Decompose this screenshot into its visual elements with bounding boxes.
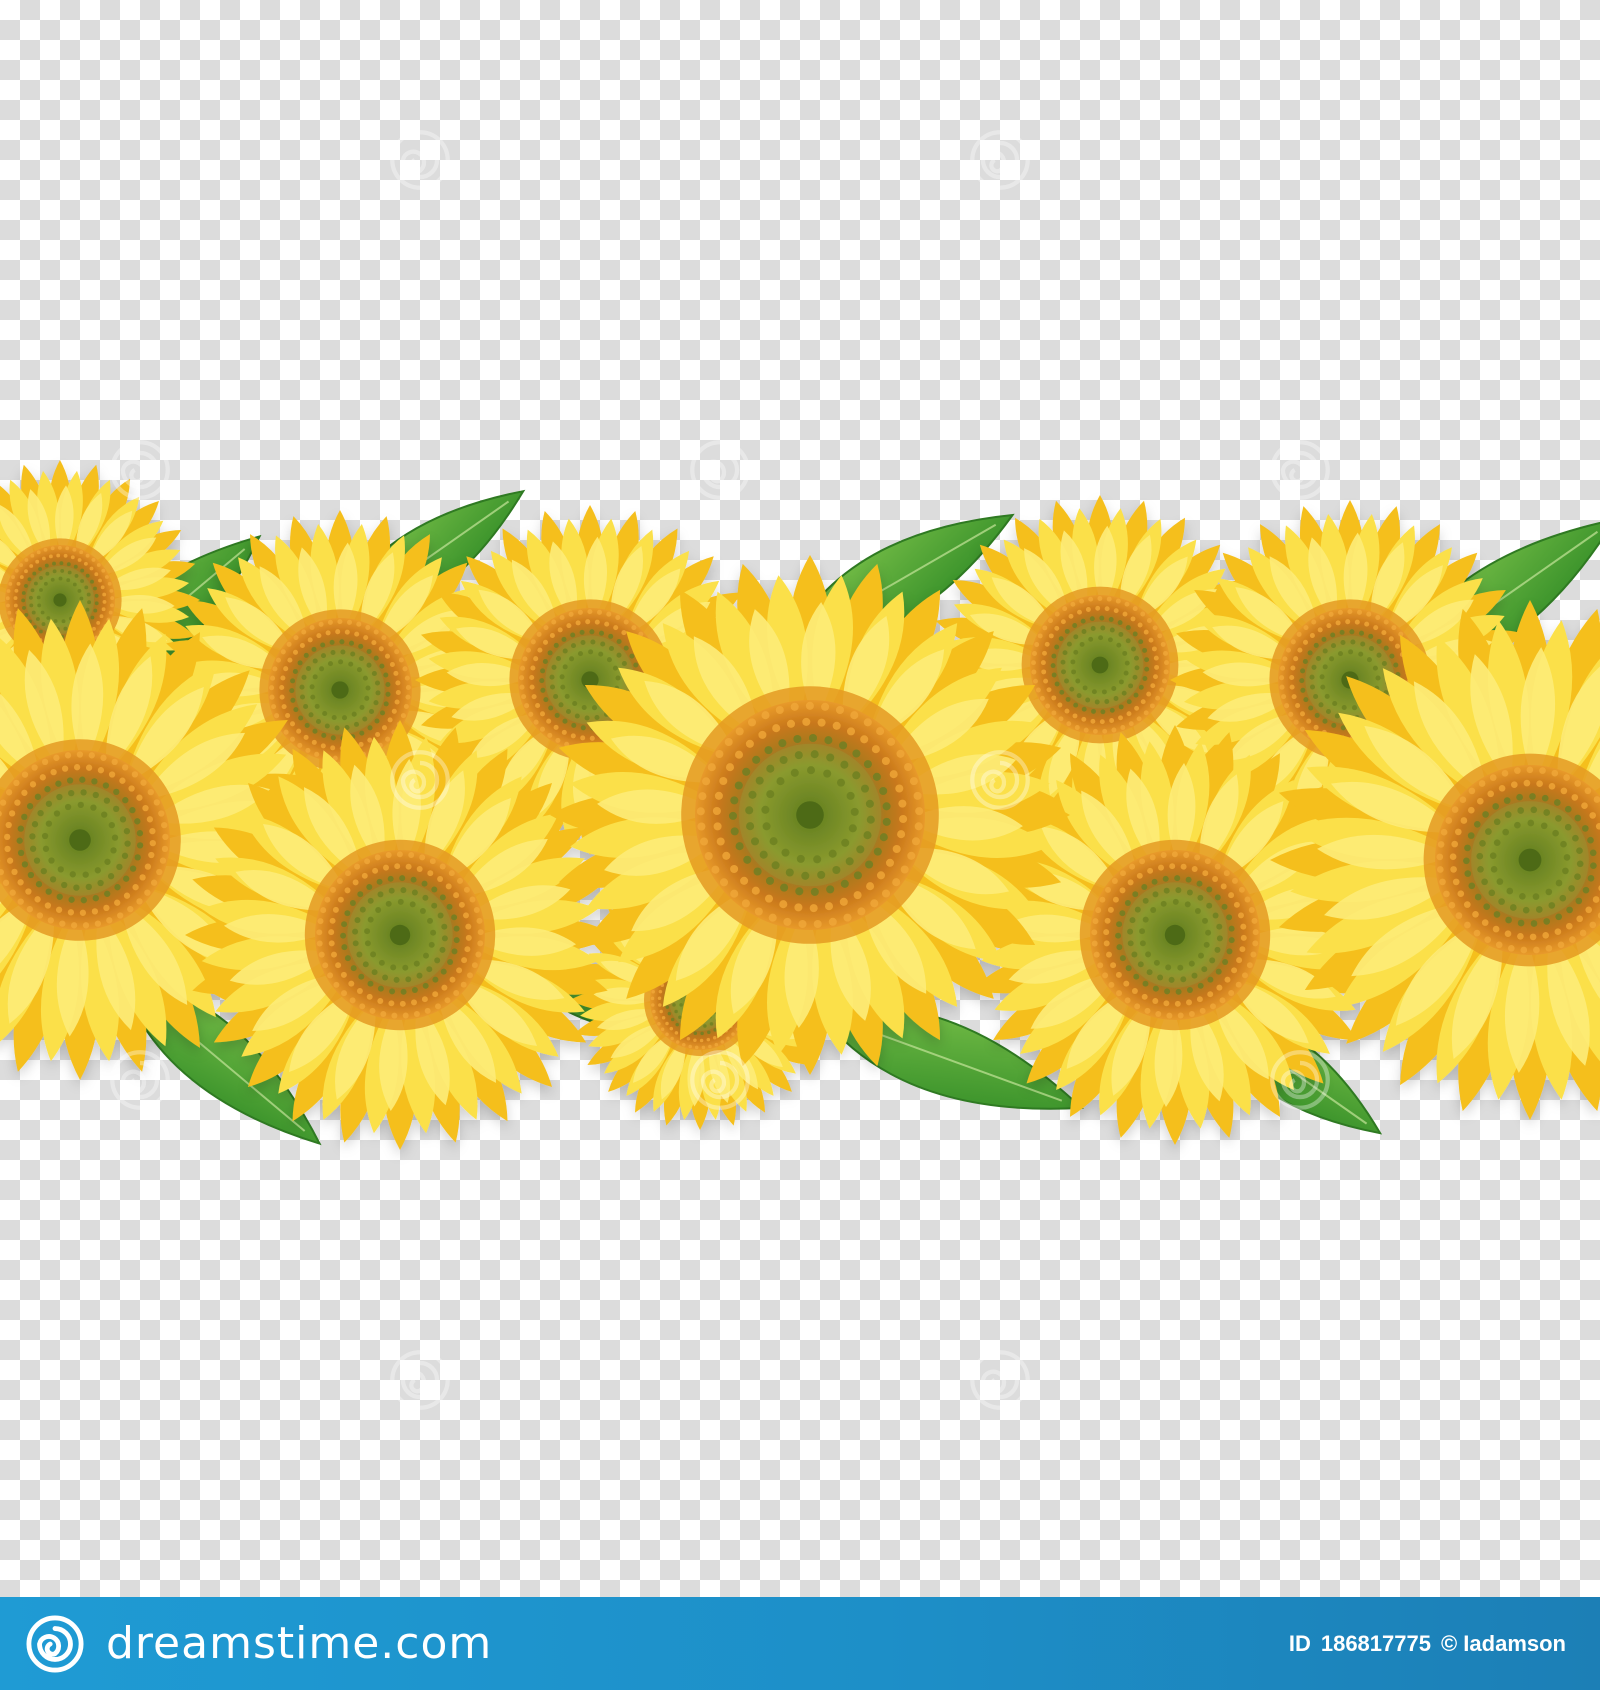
swirl-watermark-icon bbox=[1270, 1050, 1330, 1110]
id-label: ID bbox=[1288, 1630, 1311, 1656]
swirl-watermark-icon bbox=[970, 1350, 1030, 1410]
image-meta: ID 186817775 © Iadamson bbox=[1289, 1631, 1566, 1657]
author: © Iadamson bbox=[1440, 1630, 1566, 1656]
sunflower-garland bbox=[0, 460, 1600, 1150]
swirl-watermark-icon bbox=[390, 750, 450, 810]
stock-image: dreamstime.com ID 186817775 © Iadamson bbox=[0, 0, 1600, 1690]
watermark-footer-bar: dreamstime.com ID 186817775 © Iadamson bbox=[0, 1597, 1600, 1690]
sunflower bbox=[550, 555, 1070, 1075]
swirl-watermark-icon bbox=[690, 440, 750, 500]
swirl-icon bbox=[26, 1614, 84, 1673]
swirl-watermark-icon bbox=[690, 1050, 750, 1110]
swirl-watermark-icon bbox=[110, 1050, 170, 1110]
swirl-watermark-icon bbox=[970, 130, 1030, 190]
id-value: 186817775 bbox=[1320, 1630, 1431, 1656]
swirl-watermark-icon bbox=[390, 1350, 450, 1410]
swirl-watermark-icon bbox=[1270, 440, 1330, 500]
swirl-watermark-icon bbox=[390, 130, 450, 190]
brand-name[interactable]: dreamstime.com bbox=[106, 1618, 492, 1669]
swirl-watermark-icon bbox=[110, 440, 170, 500]
brand: dreamstime.com bbox=[26, 1614, 492, 1673]
swirl-watermark-icon bbox=[970, 750, 1030, 810]
